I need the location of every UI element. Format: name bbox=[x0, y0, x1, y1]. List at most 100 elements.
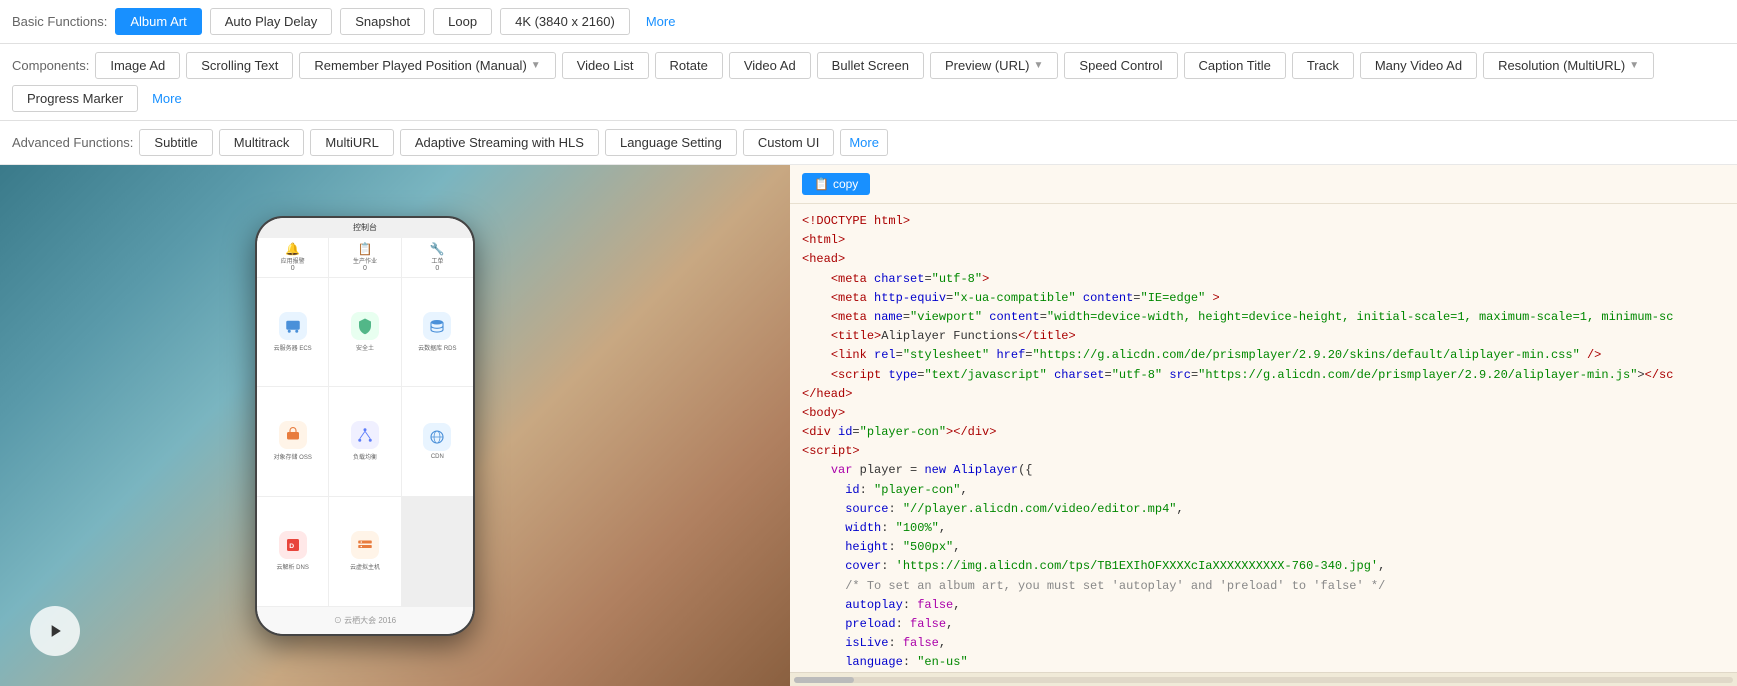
basic-functions-bar: Basic Functions: Album Art Auto Play Del… bbox=[0, 0, 1737, 44]
image-ad-button[interactable]: Image Ad bbox=[95, 52, 180, 79]
auto-play-delay-button[interactable]: Auto Play Delay bbox=[210, 8, 333, 35]
scrollbar-track bbox=[794, 677, 1733, 683]
grid-item-cdn: CDN bbox=[402, 387, 473, 496]
grid-item-slb: 负载均衡 bbox=[329, 387, 400, 496]
host-icon bbox=[351, 531, 379, 559]
code-line-source: source: "//player.alicdn.com/video/edito… bbox=[802, 500, 1725, 519]
bell-icon: 🔔 bbox=[285, 242, 300, 256]
video-background: 控制台 🔔 应用报警 0 📋 生产作业 0 bbox=[0, 165, 790, 686]
code-line-player-div: <div id="player-con"></div> bbox=[802, 423, 1725, 442]
code-toolbar: 📋 copy bbox=[790, 165, 1737, 204]
4k-button[interactable]: 4K (3840 x 2160) bbox=[500, 8, 630, 35]
resolution-arrow: ▼ bbox=[1629, 60, 1639, 71]
scrollbar-thumb[interactable] bbox=[794, 677, 854, 683]
play-button[interactable] bbox=[30, 606, 80, 656]
multiurl-button[interactable]: MultiURL bbox=[310, 129, 393, 156]
code-line-preload: preload: false, bbox=[802, 615, 1725, 634]
video-ad-button[interactable]: Video Ad bbox=[729, 52, 811, 79]
code-line-head-open: <head> bbox=[802, 250, 1725, 269]
video-list-button[interactable]: Video List bbox=[562, 52, 649, 79]
snapshot-button[interactable]: Snapshot bbox=[340, 8, 425, 35]
album-art-button[interactable]: Album Art bbox=[115, 8, 201, 35]
code-line-body-open: <body> bbox=[802, 404, 1725, 423]
adaptive-streaming-button[interactable]: Adaptive Streaming with HLS bbox=[400, 129, 599, 156]
copy-icon: 📋 bbox=[814, 177, 829, 191]
phone-nav: 🔔 应用报警 0 📋 生产作业 0 🔧 工单 0 bbox=[257, 238, 473, 278]
advanced-functions-bar: Advanced Functions: Subtitle Multitrack … bbox=[0, 121, 1737, 165]
code-line-islive: isLive: false, bbox=[802, 634, 1725, 653]
code-line-autoplay: autoplay: false, bbox=[802, 596, 1725, 615]
slb-icon bbox=[351, 421, 379, 449]
phone-nav-alarm: 🔔 应用报警 0 bbox=[257, 238, 329, 277]
code-line-comment: /* To set an album art, you must set 'au… bbox=[802, 577, 1725, 596]
code-line-title: <title>Aliplayer Functions</title> bbox=[802, 327, 1725, 346]
wrench-icon: 🔧 bbox=[430, 242, 445, 256]
shield-grid-icon bbox=[351, 312, 379, 340]
code-line-script-open: <script> bbox=[802, 442, 1725, 461]
phone-screen: 控制台 🔔 应用报警 0 📋 生产作业 0 bbox=[257, 218, 473, 634]
preview-url-arrow: ▼ bbox=[1034, 60, 1044, 71]
components-bar: Components: Image Ad Scrolling Text Reme… bbox=[0, 44, 1737, 121]
rds-icon bbox=[423, 312, 451, 340]
code-line-doctype: <!DOCTYPE html> bbox=[802, 212, 1725, 231]
more-components-button[interactable]: More bbox=[144, 86, 190, 111]
speed-control-button[interactable]: Speed Control bbox=[1064, 52, 1177, 79]
code-line-id: id: "player-con", bbox=[802, 481, 1725, 500]
multitrack-button[interactable]: Multitrack bbox=[219, 129, 305, 156]
main-content: 控制台 🔔 应用报警 0 📋 生产作业 0 bbox=[0, 165, 1737, 686]
advanced-functions-label: Advanced Functions: bbox=[12, 135, 133, 150]
remember-played-arrow: ▼ bbox=[531, 60, 541, 71]
code-line-link: <link rel="stylesheet" href="https://g.a… bbox=[802, 346, 1725, 365]
grid-item-host: 云虚拟主机 bbox=[329, 497, 400, 606]
grid-item-shield: 安全土 bbox=[329, 278, 400, 387]
oss-icon bbox=[279, 421, 307, 449]
copy-button[interactable]: 📋 copy bbox=[802, 173, 870, 195]
track-button[interactable]: Track bbox=[1292, 52, 1354, 79]
basic-functions-label: Basic Functions: bbox=[12, 14, 107, 29]
code-panel: 📋 copy <!DOCTYPE html> <html> <head> <me… bbox=[790, 165, 1737, 686]
caption-title-button[interactable]: Caption Title bbox=[1184, 52, 1286, 79]
subtitle-button[interactable]: Subtitle bbox=[139, 129, 212, 156]
code-line-html-open: <html> bbox=[802, 231, 1725, 250]
code-line-language: language: "en-us" bbox=[802, 653, 1725, 672]
phone-nav-ticket: 🔧 工单 0 bbox=[402, 238, 473, 277]
grid-item-rds: 云数据库 RDS bbox=[402, 278, 473, 387]
many-video-ad-button[interactable]: Many Video Ad bbox=[1360, 52, 1477, 79]
preview-url-button[interactable]: Preview (URL) ▼ bbox=[930, 52, 1058, 79]
custom-ui-button[interactable]: Custom UI bbox=[743, 129, 834, 156]
ecs-icon bbox=[279, 312, 307, 340]
bullet-screen-button[interactable]: Bullet Screen bbox=[817, 52, 924, 79]
grid-item-dns: D 云解析 DNS bbox=[257, 497, 328, 606]
phone-nav-work: 📋 生产作业 0 bbox=[329, 238, 401, 277]
horizontal-scrollbar[interactable] bbox=[790, 672, 1737, 686]
video-panel: 控制台 🔔 应用报警 0 📋 生产作业 0 bbox=[0, 165, 790, 686]
code-line-height: height: "500px", bbox=[802, 538, 1725, 557]
phone-mockup: 控制台 🔔 应用报警 0 📋 生产作业 0 bbox=[255, 216, 475, 636]
code-line-meta-charset: <meta charset="utf-8"> bbox=[802, 270, 1725, 289]
phone-grid: 云服务器 ECS 安全土 云数据库 RDS bbox=[257, 278, 473, 606]
code-content[interactable]: <!DOCTYPE html> <html> <head> <meta char… bbox=[790, 204, 1737, 672]
dns-icon: D bbox=[279, 531, 307, 559]
resolution-multiurl-button[interactable]: Resolution (MultiURL) ▼ bbox=[1483, 52, 1654, 79]
code-line-cover: cover: 'https://img.alicdn.com/tps/TB1EX… bbox=[802, 557, 1725, 576]
scrolling-text-button[interactable]: Scrolling Text bbox=[186, 52, 293, 79]
grid-item-oss: 对象存储 OSS bbox=[257, 387, 328, 496]
components-label: Components: bbox=[12, 58, 89, 73]
cdn-icon bbox=[423, 423, 451, 451]
progress-marker-button[interactable]: Progress Marker bbox=[12, 85, 138, 112]
svg-text:D: D bbox=[289, 543, 294, 550]
code-line-var-player: var player = new Aliplayer({ bbox=[802, 461, 1725, 480]
more-basic-button[interactable]: More bbox=[638, 9, 684, 34]
loop-button[interactable]: Loop bbox=[433, 8, 492, 35]
code-line-meta-http: <meta http-equiv="x-ua-compatible" conte… bbox=[802, 289, 1725, 308]
remember-played-button[interactable]: Remember Played Position (Manual) ▼ bbox=[299, 52, 555, 79]
phone-bottom-nav: ⊙ 云栖大会 2016 bbox=[257, 606, 473, 634]
phone-status-bar: 控制台 bbox=[257, 218, 473, 238]
code-line-script-src: <script type="text/javascript" charset="… bbox=[802, 366, 1725, 385]
language-setting-button[interactable]: Language Setting bbox=[605, 129, 737, 156]
code-line-width: width: "100%", bbox=[802, 519, 1725, 538]
code-line-meta-viewport: <meta name="viewport" content="width=dev… bbox=[802, 308, 1725, 327]
more-advanced-button[interactable]: More bbox=[840, 129, 888, 156]
grid-item-ecs: 云服务器 ECS bbox=[257, 278, 328, 387]
rotate-button[interactable]: Rotate bbox=[655, 52, 723, 79]
